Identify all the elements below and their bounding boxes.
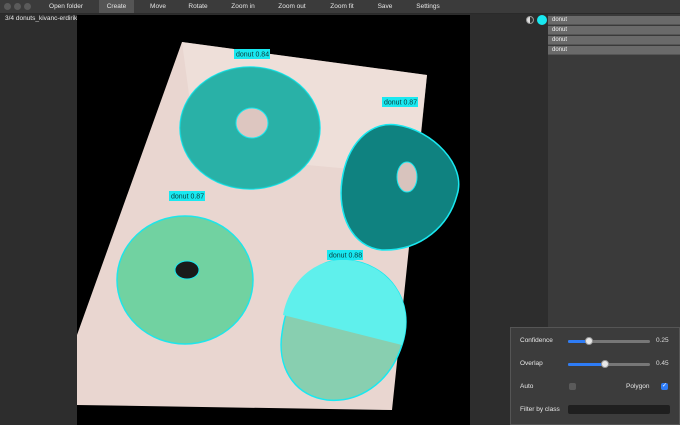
move-button[interactable]: Move <box>140 0 176 13</box>
class-list-item[interactable]: donut <box>548 16 680 25</box>
polygon-label: Polygon <box>626 383 650 390</box>
toolbar: Open folder Create Move Rotate Zoom in Z… <box>0 0 680 14</box>
create-button[interactable]: Create <box>99 0 134 13</box>
zoom-in-button[interactable]: Zoom in <box>223 0 263 13</box>
class-color-dot-icon[interactable] <box>537 15 547 25</box>
class-list-item[interactable]: donut <box>548 46 680 55</box>
overlap-slider-handle[interactable] <box>601 360 609 368</box>
overlap-label: Overlap <box>520 360 543 367</box>
polygon-checkbox[interactable]: ✓ <box>661 383 668 390</box>
overlap-slider-fill <box>568 363 605 366</box>
zoom-out-button[interactable]: Zoom out <box>269 0 315 13</box>
zoom-fit-button[interactable]: Zoom fit <box>321 0 363 13</box>
confidence-label: Confidence <box>520 337 553 344</box>
class-list-item[interactable]: donut <box>548 36 680 45</box>
auto-label: Auto <box>520 383 534 390</box>
maximize-window-icon[interactable] <box>24 3 31 10</box>
donut-mask-3[interactable] <box>116 215 254 345</box>
close-window-icon[interactable] <box>4 3 11 10</box>
detection-label-4: donut 0.88 <box>329 253 362 260</box>
annotated-image[interactable]: donut 0.84 donut 0.87 donut 0.87 donut 0… <box>77 15 470 425</box>
settings-button[interactable]: Settings <box>410 0 446 13</box>
detection-label-1: donut 0.84 <box>236 52 269 59</box>
filter-by-class-label: Filter by class <box>520 406 560 413</box>
overlap-value: 0.45 <box>656 360 669 367</box>
filter-by-class-input[interactable] <box>568 405 670 414</box>
confidence-value: 0.25 <box>656 337 669 344</box>
open-folder-button[interactable]: Open folder <box>38 0 94 13</box>
detection-label-3: donut 0.87 <box>171 194 204 201</box>
donut-mask-2[interactable] <box>340 123 460 251</box>
detection-label-2: donut 0.87 <box>384 100 417 107</box>
confidence-slider-handle[interactable] <box>585 337 593 345</box>
contrast-icon[interactable] <box>526 16 534 24</box>
image-canvas-svg: donut 0.84 donut 0.87 donut 0.87 donut 0… <box>77 42 460 410</box>
minimize-window-icon[interactable] <box>14 3 21 10</box>
auto-checkbox[interactable] <box>569 383 576 390</box>
class-list-item[interactable]: donut <box>548 26 680 35</box>
donut-mask-1[interactable] <box>179 66 321 190</box>
rotate-button[interactable]: Rotate <box>180 0 216 13</box>
save-button[interactable]: Save <box>370 0 400 13</box>
